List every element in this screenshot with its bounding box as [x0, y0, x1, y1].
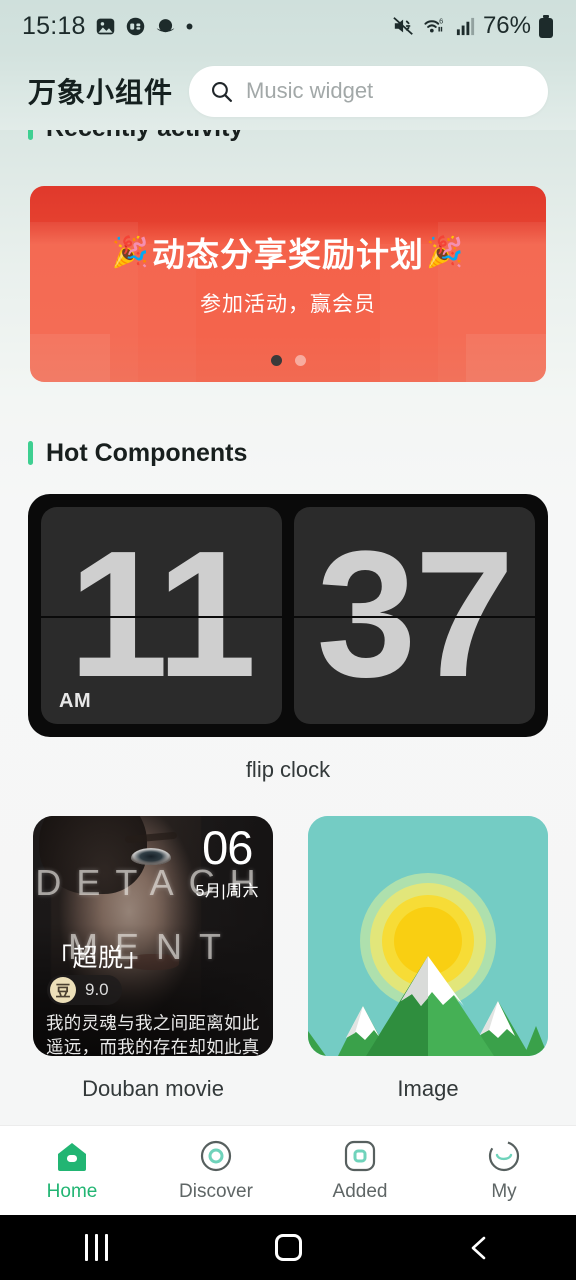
back-button[interactable]	[384, 1233, 576, 1263]
section-header-hot: Hot Components	[0, 436, 576, 470]
recents-button[interactable]	[0, 1234, 192, 1261]
widget-image[interactable]: Image	[308, 816, 548, 1102]
party-popper-icon: 🎉	[426, 235, 465, 269]
douban-day: 06	[202, 821, 253, 874]
flip-clock-card[interactable]: 11 AM 37	[28, 494, 548, 737]
widget-douban-movie[interactable]: DETACH MENT 06 5月|周六 「超脱」 豆 9.0 我的灵魂与我之间…	[33, 816, 273, 1102]
widget-grid: 11 AM 37 flip clock DETACH MENT 06 5月|周六…	[0, 470, 576, 1102]
banner-subtitle: 参加活动，赢会员	[200, 293, 376, 316]
status-bar-right: 6 76%	[392, 12, 554, 40]
tab-label-added: Added	[332, 1181, 388, 1202]
section-title-hot: Hot Components	[46, 438, 248, 467]
home-button[interactable]	[192, 1234, 384, 1261]
mute-icon	[393, 17, 413, 35]
tab-discover[interactable]: Discover	[144, 1138, 288, 1203]
square-added-icon	[343, 1138, 377, 1174]
battery-icon	[539, 14, 553, 38]
recents-icon	[84, 1234, 108, 1261]
app-header: 万象小组件 Music widget	[0, 52, 576, 130]
widget-label-douban: Douban movie	[82, 1076, 224, 1101]
mountain-sunrise-illustration	[308, 816, 548, 1056]
search-bar[interactable]: Music widget	[189, 65, 548, 117]
battery-percent: 76%	[482, 12, 531, 39]
flip-clock-split-line	[41, 615, 282, 618]
widget-flip-clock[interactable]: 11 AM 37 flip clock	[28, 494, 548, 783]
search-icon	[212, 81, 233, 102]
tab-my[interactable]: My	[432, 1138, 576, 1203]
douban-date: 06 5月|周六	[195, 824, 259, 901]
flip-clock-ampm: AM	[59, 690, 92, 712]
search-input[interactable]: Music widget	[246, 78, 373, 104]
app-badge-icon	[126, 17, 144, 35]
planet-icon	[156, 18, 174, 32]
photo-icon	[96, 18, 114, 34]
section-accent-bar	[28, 441, 33, 465]
wifi-6-icon: 6	[424, 16, 443, 33]
flip-clock-minutes-card: 37	[294, 507, 535, 724]
signal-icon	[456, 17, 475, 35]
douban-rating-badge: 豆 9.0	[47, 975, 122, 1005]
flip-clock-split-line	[294, 615, 535, 618]
dot-icon	[186, 23, 193, 29]
banner-title-row: 🎉 动态分享奖励计划 🎉	[112, 228, 465, 276]
status-bar-clock: 15:18	[22, 11, 86, 40]
flip-clock-hours-card: 11 AM	[41, 507, 282, 724]
party-popper-icon: 🎉	[111, 235, 150, 269]
phone-screen: Recently activity 🎉 动态分享奖励计划 🎉 参加活动，赢会员	[0, 0, 576, 1280]
widget-row: DETACH MENT 06 5月|周六 「超脱」 豆 9.0 我的灵魂与我之间…	[28, 816, 548, 1102]
banner-pagination[interactable]	[30, 355, 546, 366]
scroll-content[interactable]: Recently activity 🎉 动态分享奖励计划 🎉 参加活动，赢会员	[0, 114, 576, 1102]
android-nav-bar	[0, 1215, 576, 1280]
profile-icon	[487, 1138, 521, 1174]
bottom-tab-bar: Home Discover Added My	[0, 1125, 576, 1215]
douban-score: 9.0	[85, 980, 109, 999]
status-bar: 15:18 6 76%	[0, 0, 576, 52]
home-circle-icon	[274, 1234, 302, 1261]
widget-label-image: Image	[397, 1076, 459, 1101]
banner-dot-active[interactable]	[270, 355, 282, 366]
tab-label-my: My	[491, 1181, 517, 1202]
douban-movie-title: 「超脱」	[47, 944, 150, 972]
promo-banner[interactable]: 🎉 动态分享奖励计划 🎉 参加活动，赢会员	[30, 186, 546, 382]
image-card[interactable]	[308, 816, 548, 1056]
douban-month-weekday: 5月|周六	[195, 883, 259, 900]
tab-home[interactable]: Home	[0, 1138, 144, 1203]
compass-circle-icon	[199, 1138, 233, 1174]
back-icon	[471, 1236, 486, 1259]
douban-quote: 我的灵魂与我之间距离如此遥远，而我的存在却如此真实。	[46, 1013, 260, 1056]
tab-label-home: Home	[46, 1181, 98, 1202]
tab-label-discover: Discover	[179, 1181, 253, 1202]
douban-card[interactable]: DETACH MENT 06 5月|周六 「超脱」 豆 9.0 我的灵魂与我之间…	[33, 816, 273, 1056]
banner-wrapper: 🎉 动态分享奖励计划 🎉 参加活动，赢会员	[0, 148, 576, 382]
home-icon	[55, 1138, 89, 1174]
douban-bean-icon: 豆	[50, 977, 76, 1003]
banner-dot[interactable]	[294, 355, 306, 366]
banner-title: 动态分享奖励计划	[152, 236, 424, 273]
banner-content: 🎉 动态分享奖励计划 🎉 参加活动，赢会员	[30, 186, 546, 382]
tab-added[interactable]: Added	[288, 1138, 432, 1203]
page-title: 万象小组件	[28, 77, 174, 108]
svg-text:6: 6	[439, 16, 443, 25]
status-bar-left: 15:18	[22, 12, 194, 41]
widget-label-flip-clock: flip clock	[245, 757, 331, 782]
